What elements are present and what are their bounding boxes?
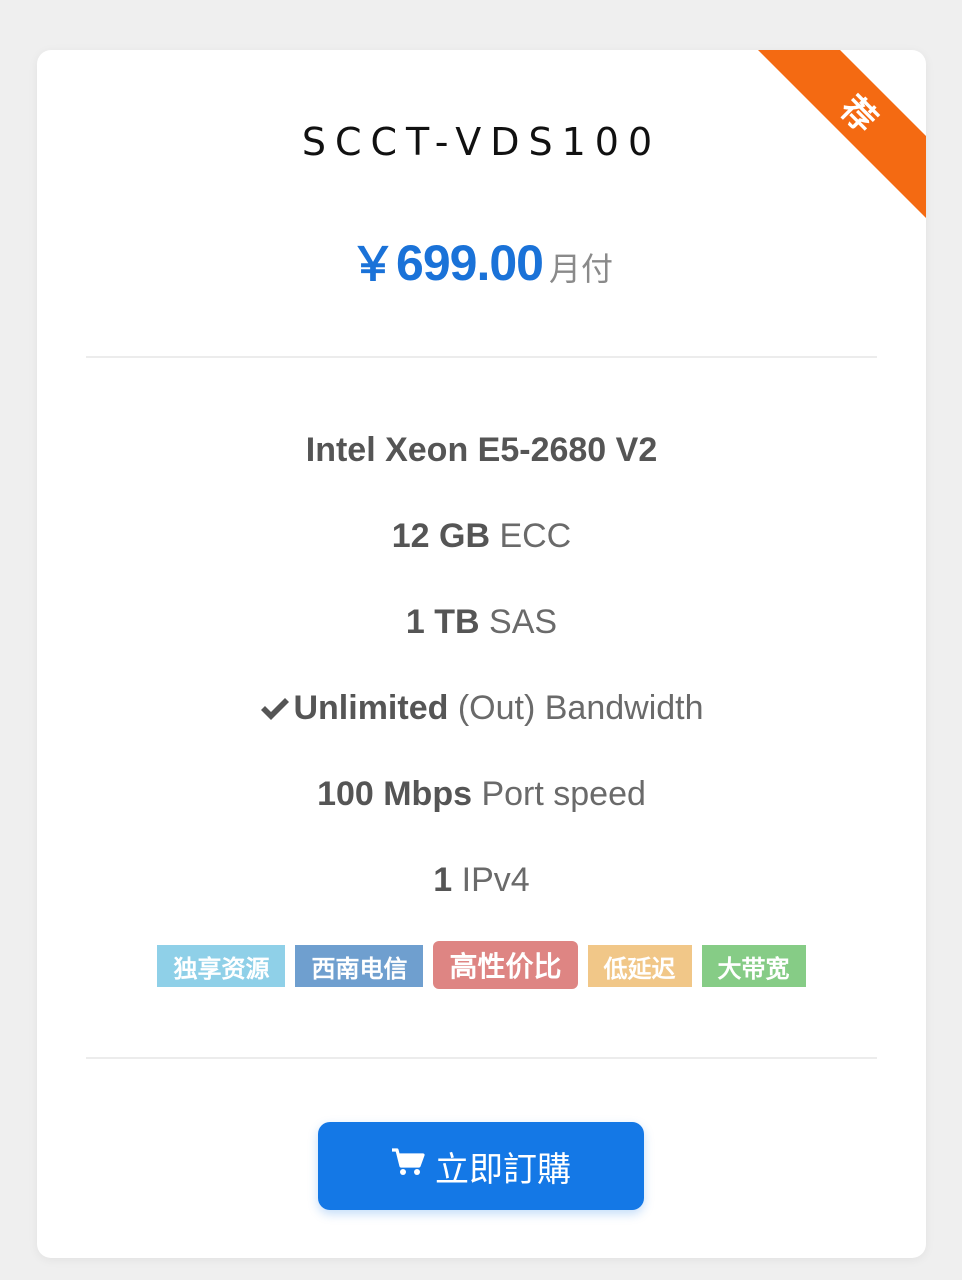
plan-name: SCCT-VDS100 [301,120,662,164]
spec-port: 100 Mbps Port speed [37,772,926,858]
price-amount: 699.00 [396,235,544,291]
tag-southwest-telecom: 西南电信 [295,945,424,987]
memory-type: ECC [499,517,572,555]
product-card: 荐 SCCT-VDS100 ￥699.00 月付 Intel Xeon E5-26… [37,50,926,1258]
cpu-value: Intel Xeon E5-2680 V2 [305,431,658,469]
bandwidth-value: Unlimited [293,689,449,727]
spec-bandwidth: Unlimited (Out) Bandwidth [37,686,926,772]
port-label: Port speed [481,775,646,813]
tag-dedicated: 独享资源 [157,945,286,987]
tag-low-latency: 低延迟 [587,945,692,987]
order-button[interactable]: 立即訂購 [318,1122,644,1210]
memory-value: 12 GB [391,517,490,555]
disk-type: SAS [489,603,558,641]
spec-cpu: Intel Xeon E5-2680 V2 [37,428,926,514]
spec-memory: 12 GB ECC [37,514,926,600]
divider-bottom [86,1057,877,1059]
port-value: 100 Mbps [317,775,473,813]
cart-icon [391,1146,425,1186]
currency-symbol: ￥ [350,237,397,291]
tag-list: 独享资源 西南电信 高性价比 低延迟 大带宽 [37,941,926,989]
billing-period: 月付 [548,250,613,288]
tag-high-bandwidth: 大带宽 [701,945,806,987]
ip-value: 1 [433,861,453,899]
disk-value: 1 TB [405,603,480,641]
spec-disk: 1 TB SAS [37,600,926,686]
divider-top [86,356,877,358]
bandwidth-label: (Out) Bandwidth [457,689,704,727]
order-label: 立即訂購 [435,1149,571,1190]
tag-value: 高性价比 [433,941,578,989]
check-icon [259,690,291,734]
spec-list: Intel Xeon E5-2680 V2 12 GB ECC 1 TB SAS… [37,428,926,944]
ip-label: IPv4 [461,861,530,899]
spec-ip: 1 IPv4 [37,858,926,944]
price: ￥699.00 月付 [37,228,926,294]
